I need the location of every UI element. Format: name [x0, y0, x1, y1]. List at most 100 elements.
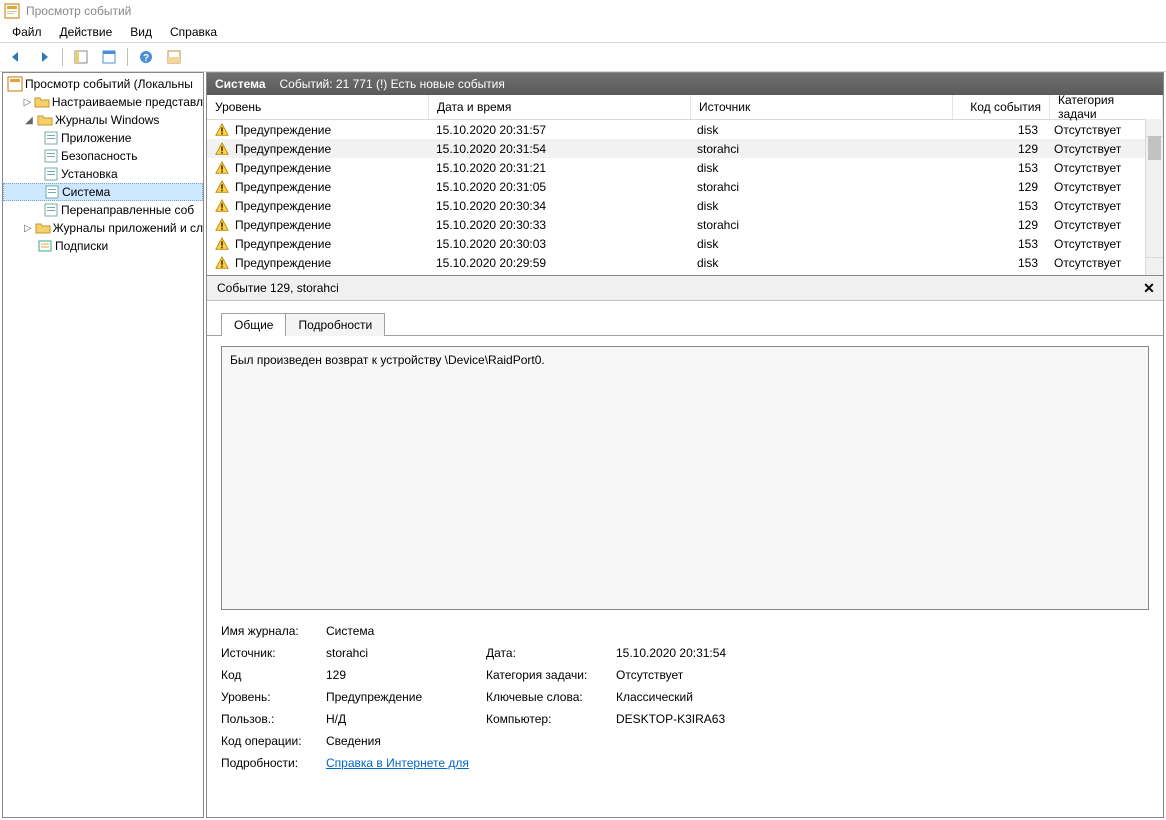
toolbar: ? — [0, 42, 1166, 72]
val-level: Предупреждение — [326, 690, 476, 704]
properties-button[interactable] — [97, 45, 121, 69]
tree-system[interactable]: Система — [3, 183, 203, 201]
col-source[interactable]: Источник — [691, 95, 953, 119]
col-date[interactable]: Дата и время — [429, 95, 691, 119]
lbl-source: Источник: — [221, 646, 316, 660]
tree-subscriptions[interactable]: Подписки — [3, 237, 203, 255]
table-row[interactable]: Предупреждение15.10.2020 20:31:05storahc… — [207, 177, 1163, 196]
tab-details[interactable]: Подробности — [285, 313, 385, 336]
cell-level: Предупреждение — [235, 218, 331, 232]
help-button[interactable]: ? — [134, 45, 158, 69]
detail-title: Событие 129, storahci — [217, 281, 339, 295]
tree-root[interactable]: Просмотр событий (Локальны — [3, 75, 203, 93]
event-grid: Уровень Дата и время Источник Код событи… — [207, 95, 1163, 276]
subscriptions-icon — [37, 238, 53, 254]
tree-custom-views[interactable]: ▷ Настраиваемые представл — [3, 93, 203, 111]
close-detail-button[interactable]: ✕ — [1141, 280, 1157, 296]
val-category: Отсутствует — [616, 668, 1149, 682]
tree-security[interactable]: Безопасность — [3, 147, 203, 165]
lbl-level: Уровень: — [221, 690, 316, 704]
toolbar-separator — [62, 48, 63, 66]
menu-file[interactable]: Файл — [4, 23, 50, 41]
vertical-scrollbar[interactable] — [1145, 119, 1163, 275]
back-button[interactable] — [4, 45, 28, 69]
menu-action[interactable]: Действие — [52, 23, 121, 41]
expand-icon[interactable]: ▷ — [23, 222, 33, 234]
tree-app-services[interactable]: ▷ Журналы приложений и сл — [3, 219, 203, 237]
table-row[interactable]: Предупреждение15.10.2020 20:31:21disk153… — [207, 158, 1163, 177]
val-keywords: Классический — [616, 690, 1149, 704]
warning-icon — [215, 161, 229, 175]
event-viewer-window: Просмотр событий Файл Действие Вид Справ… — [0, 0, 1166, 820]
warning-icon — [215, 237, 229, 251]
window-title: Просмотр событий — [26, 4, 131, 18]
col-category[interactable]: Категория задачи — [1050, 95, 1163, 119]
tree-label: Подписки — [55, 239, 108, 253]
menu-help[interactable]: Справка — [162, 23, 225, 41]
table-row[interactable]: Предупреждение15.10.2020 20:30:03disk153… — [207, 234, 1163, 253]
lbl-date: Дата: — [486, 646, 606, 660]
log-icon — [44, 184, 60, 200]
folder-icon — [34, 94, 50, 110]
lbl-keywords: Ключевые слова: — [486, 690, 606, 704]
folder-icon — [35, 220, 51, 236]
pane-count: Событий: 21 771 (!) Есть новые события — [280, 77, 505, 91]
table-row[interactable]: Предупреждение15.10.2020 20:30:34disk153… — [207, 196, 1163, 215]
cell-level: Предупреждение — [235, 199, 331, 213]
tree-label: Система — [62, 185, 110, 199]
cell-code: 129 — [950, 142, 1046, 156]
cell-code: 129 — [950, 218, 1046, 232]
cell-code: 129 — [950, 180, 1046, 194]
help-link[interactable]: Справка в Интернете для — [326, 756, 476, 770]
scroll-thumb[interactable] — [1148, 136, 1161, 160]
show-tree-button[interactable] — [69, 45, 93, 69]
cell-code: 153 — [950, 199, 1046, 213]
cell-date: 15.10.2020 20:31:57 — [428, 123, 689, 137]
pane-header: Система Событий: 21 771 (!) Есть новые с… — [207, 73, 1163, 95]
event-message[interactable]: Был произведен возврат к устройству \Dev… — [221, 346, 1149, 610]
table-row[interactable]: Предупреждение15.10.2020 20:30:33storahc… — [207, 215, 1163, 234]
forward-button[interactable] — [32, 45, 56, 69]
cell-date: 15.10.2020 20:29:59 — [428, 256, 689, 270]
table-row[interactable]: Предупреждение15.10.2020 20:31:54storahc… — [207, 139, 1163, 158]
tree-label: Установка — [61, 167, 118, 181]
cell-source: storahci — [689, 180, 950, 194]
table-row[interactable]: Предупреждение15.10.2020 20:31:57disk153… — [207, 120, 1163, 139]
col-level[interactable]: Уровень — [207, 95, 429, 119]
tree-setup[interactable]: Установка — [3, 165, 203, 183]
val-date: 15.10.2020 20:31:54 — [616, 646, 1149, 660]
cell-code: 153 — [950, 161, 1046, 175]
tab-general[interactable]: Общие — [221, 313, 286, 336]
cell-level: Предупреждение — [235, 161, 331, 175]
menu-view[interactable]: Вид — [122, 23, 160, 41]
cell-date: 15.10.2020 20:30:03 — [428, 237, 689, 251]
event-properties: Имя журнала: Система Источник: storahci … — [221, 624, 1149, 770]
grid-body: Предупреждение15.10.2020 20:31:57disk153… — [207, 120, 1163, 275]
expand-icon[interactable]: ▷ — [23, 96, 32, 108]
tree-forwarded[interactable]: Перенаправленные соб — [3, 201, 203, 219]
pane-title: Система — [215, 77, 266, 91]
table-row[interactable]: Предупреждение15.10.2020 20:29:59disk153… — [207, 253, 1163, 272]
app-icon — [4, 3, 20, 19]
col-code[interactable]: Код события — [953, 95, 1050, 119]
warning-icon — [215, 256, 229, 270]
cell-code: 153 — [950, 237, 1046, 251]
toolbar-separator — [127, 48, 128, 66]
menubar: Файл Действие Вид Справка — [0, 22, 1166, 42]
sidebar: Просмотр событий (Локальны ▷ Настраиваем… — [2, 72, 204, 818]
log-icon — [43, 148, 59, 164]
titlebar: Просмотр событий — [0, 0, 1166, 22]
cell-level: Предупреждение — [235, 237, 331, 251]
tree-windows-logs[interactable]: ◢ Журналы Windows — [3, 111, 203, 129]
warning-icon — [215, 199, 229, 213]
warning-icon — [215, 123, 229, 137]
cell-date: 15.10.2020 20:31:54 — [428, 142, 689, 156]
tree-application[interactable]: Приложение — [3, 129, 203, 147]
preview-button[interactable] — [162, 45, 186, 69]
cell-date: 15.10.2020 20:31:21 — [428, 161, 689, 175]
collapse-icon[interactable]: ◢ — [23, 114, 35, 126]
val-source: storahci — [326, 646, 476, 660]
log-icon — [43, 202, 59, 218]
cell-date: 15.10.2020 20:31:05 — [428, 180, 689, 194]
lbl-code: Код — [221, 668, 316, 682]
